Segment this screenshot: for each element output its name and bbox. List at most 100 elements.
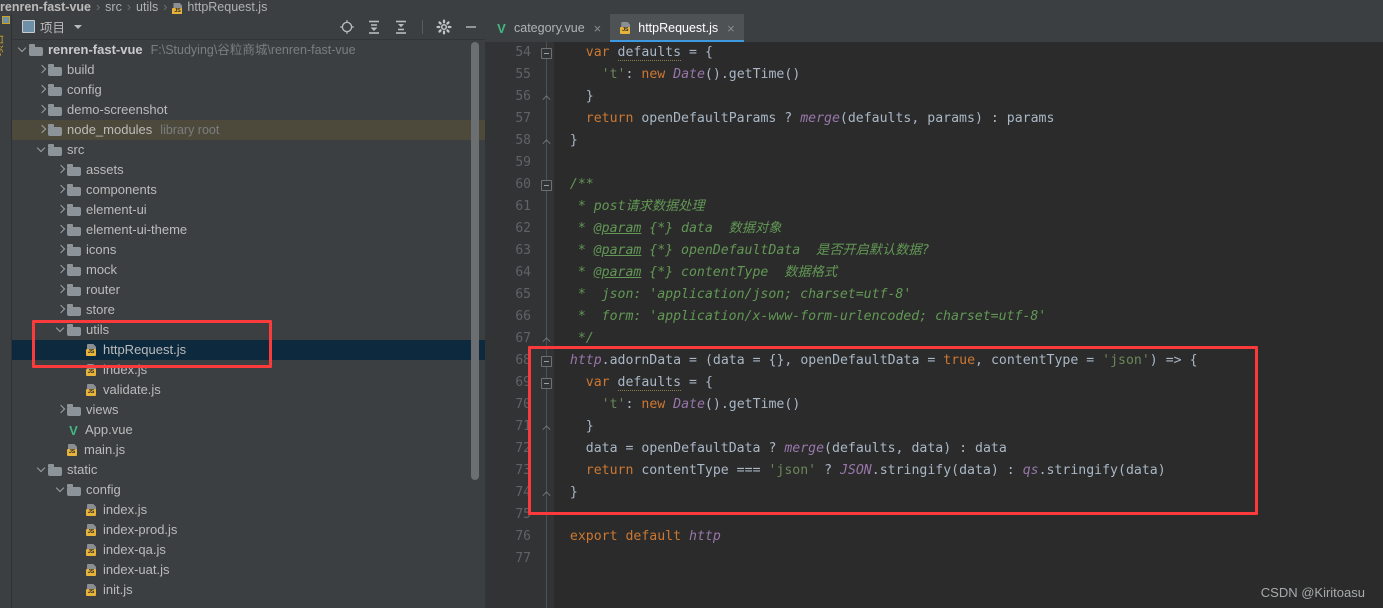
chevron-down-icon[interactable] (74, 24, 83, 29)
tree-row-index-uat-js[interactable]: JS index-uat.js (12, 560, 485, 580)
editor-tab-category-vue[interactable]: Vcategory.vue × (485, 14, 610, 42)
tree-row-label: element-ui-theme (86, 222, 188, 237)
breadcrumb-item-project[interactable]: renren-fast-vue (0, 0, 91, 14)
fold-end-icon[interactable] (542, 489, 551, 498)
tree-expand-arrow[interactable] (54, 440, 67, 460)
code-line: 65 * json: 'application/json; charset=ut… (485, 284, 1383, 306)
tree-expand-arrow[interactable] (54, 400, 67, 420)
line-text: return contentType === 'json' ? JSON.str… (585, 463, 1166, 478)
tree-row-config[interactable]: config (12, 80, 485, 100)
tree-row-label: router (86, 282, 120, 297)
tree-row-element-ui[interactable]: element-ui (12, 200, 485, 220)
tree-row-views[interactable]: views (12, 400, 485, 420)
tree-expand-arrow[interactable] (73, 340, 86, 360)
tree-expand-arrow[interactable] (35, 80, 48, 100)
editor-tab-label: category.vue (514, 21, 585, 35)
tree-row-router[interactable]: router (12, 280, 485, 300)
settings-gear-icon[interactable] (436, 18, 452, 35)
tree-row-src[interactable]: src (12, 140, 485, 160)
tree-expand-arrow[interactable] (54, 320, 67, 340)
tree-row-validate-js[interactable]: JS validate.js (12, 380, 485, 400)
tree-expand-arrow[interactable] (35, 60, 48, 80)
tree-row-utils[interactable]: utils (12, 320, 485, 340)
tree-expand-arrow[interactable] (54, 260, 67, 280)
fold-collapse-icon[interactable] (541, 378, 552, 389)
tree-expand-arrow[interactable] (54, 220, 67, 240)
collapse-all-icon[interactable] (393, 19, 409, 35)
tree-row-store[interactable]: store (12, 300, 485, 320)
tree-expand-arrow[interactable] (73, 540, 86, 560)
tree-expand-arrow[interactable] (73, 520, 86, 540)
tree-row-index-js[interactable]: JS index.js (12, 500, 485, 520)
line-number: 58 (515, 133, 531, 148)
tree-row-node-modules[interactable]: node_modules library root (12, 120, 485, 140)
code-line: 68 http.adornData = (data = {}, openDefa… (485, 350, 1383, 372)
tree-row-icons[interactable]: icons (12, 240, 485, 260)
js-file-icon: JS (67, 444, 79, 456)
tree-expand-arrow[interactable] (54, 480, 67, 500)
tree-expand-arrow[interactable] (35, 460, 48, 480)
close-icon[interactable]: × (727, 22, 735, 35)
tree-expand-arrow[interactable] (35, 100, 48, 120)
tree-row-app-vue[interactable]: V App.vue (12, 420, 485, 440)
close-icon[interactable]: × (594, 22, 602, 35)
line-text: * @param {*} openDefaultData 是否开启默认数据? (554, 243, 930, 258)
tree-expand-arrow[interactable] (73, 380, 86, 400)
fold-collapse-icon[interactable] (541, 356, 552, 367)
tree-expand-arrow[interactable] (73, 360, 86, 380)
locate-icon[interactable] (339, 19, 355, 35)
tree-row-renren-fast-vue[interactable]: renren-fast-vue F:\Studying\谷粒商城\renren-f… (12, 40, 485, 60)
tree-row-index-prod-js[interactable]: JS index-prod.js (12, 520, 485, 540)
tree-row-main-js[interactable]: JS main.js (12, 440, 485, 460)
fold-end-icon[interactable] (542, 423, 551, 432)
fold-end-icon[interactable] (542, 335, 551, 344)
tree-expand-arrow[interactable] (54, 240, 67, 260)
breadcrumb-item-src[interactable]: src (105, 0, 122, 14)
tree-expand-arrow[interactable] (54, 280, 67, 300)
breadcrumb-item-utils[interactable]: utils (136, 0, 158, 14)
tree-row-httprequest-js[interactable]: JS httpRequest.js (12, 340, 485, 360)
tree-row-index-js[interactable]: JS index.js (12, 360, 485, 380)
fold-end-icon[interactable] (542, 137, 551, 146)
line-number: 63 (515, 243, 531, 258)
tree-expand-arrow[interactable] (54, 180, 67, 200)
line-text: var defaults = { (585, 45, 713, 61)
tree-expand-arrow[interactable] (54, 160, 67, 180)
tree-expand-arrow[interactable] (16, 40, 29, 60)
code-line: 59 (485, 152, 1383, 174)
tree-expand-arrow[interactable] (73, 580, 86, 600)
project-tree-scroll[interactable]: renren-fast-vue F:\Studying\谷粒商城\renren-f… (12, 40, 485, 608)
tree-expand-arrow[interactable] (73, 500, 86, 520)
tree-row-components[interactable]: components (12, 180, 485, 200)
tree-row-index-qa-js[interactable]: JS index-qa.js (12, 540, 485, 560)
breadcrumb-item-file[interactable]: httpRequest.js (187, 0, 267, 14)
tree-row-label: index-prod.js (103, 522, 178, 537)
tree-row-assets[interactable]: assets (12, 160, 485, 180)
tree-expand-arrow[interactable] (54, 200, 67, 220)
project-panel-title-group[interactable]: 项目 (22, 17, 83, 36)
project-tree-scrollbar-thumb[interactable] (471, 42, 479, 480)
tree-row-element-ui-theme[interactable]: element-ui-theme (12, 220, 485, 240)
tree-expand-arrow[interactable] (54, 420, 67, 440)
tree-expand-arrow[interactable] (73, 560, 86, 580)
fold-end-icon[interactable] (542, 93, 551, 102)
tree-row-demo-screenshot[interactable]: demo-screenshot (12, 100, 485, 120)
folder-icon (67, 304, 81, 316)
minimize-icon[interactable] (463, 19, 479, 35)
editor-tab-httprequest-js[interactable]: JS httpRequest.js × (610, 14, 744, 42)
tree-row-init-js[interactable]: JS init.js (12, 580, 485, 600)
fold-collapse-icon[interactable] (541, 48, 552, 59)
tree-row-config[interactable]: config (12, 480, 485, 500)
code-editor[interactable]: 54 var defaults = {55 't': new Date().ge… (485, 42, 1383, 608)
expand-all-icon[interactable] (366, 19, 382, 35)
tree-row-build[interactable]: build (12, 60, 485, 80)
code-line: 60 /** (485, 174, 1383, 196)
tool-strip-project-label[interactable]: 项目 (0, 22, 6, 56)
fold-collapse-icon[interactable] (541, 180, 552, 191)
breadcrumb-separator: › (96, 0, 101, 14)
tree-row-static[interactable]: static (12, 460, 485, 480)
tree-expand-arrow[interactable] (54, 300, 67, 320)
tree-expand-arrow[interactable] (35, 140, 48, 160)
tree-expand-arrow[interactable] (35, 120, 48, 140)
tree-row-mock[interactable]: mock (12, 260, 485, 280)
